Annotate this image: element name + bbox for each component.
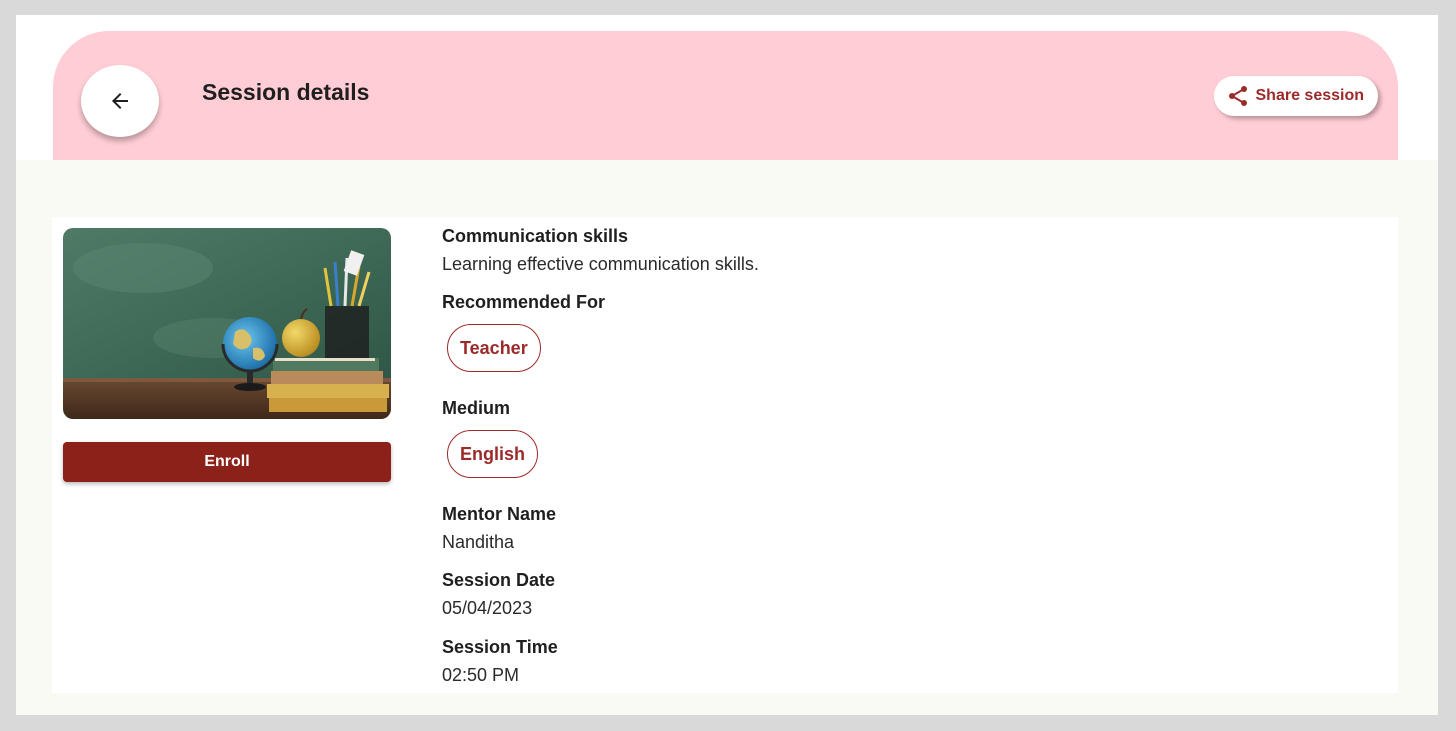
session-date-label: Session Date: [442, 570, 556, 590]
mentor-label: Mentor Name: [442, 504, 557, 524]
medium-chip: English: [447, 430, 539, 478]
session-card: Enroll Communication skills Learning eff…: [52, 217, 1398, 693]
enroll-button[interactable]: Enroll: [63, 442, 391, 482]
classroom-illustration: [63, 228, 391, 419]
session-title: Communication skills: [442, 226, 629, 246]
share-session-label: Share session: [1255, 87, 1365, 104]
share-session-button[interactable]: Share session: [1213, 76, 1378, 116]
session-description: Learning effective communication skills.: [442, 254, 759, 274]
medium-label: Medium: [442, 398, 511, 418]
session-time: 02:50 PM: [442, 665, 520, 685]
share-icon: [1228, 86, 1247, 106]
recommended-for-chip: Teacher: [447, 324, 541, 372]
session-time-label: Session Time: [442, 637, 558, 657]
mentor-name: Nanditha: [442, 532, 515, 552]
page-title: Session details: [202, 79, 370, 105]
session-image: [63, 228, 391, 419]
recommended-for-label: Recommended For: [442, 292, 606, 312]
app-frame: Session details Share session Enroll Com…: [16, 15, 1438, 715]
header: Session details Share session: [53, 31, 1398, 160]
arrow-left-icon: [112, 93, 128, 109]
session-date: 05/04/2023: [442, 598, 533, 618]
back-button[interactable]: [81, 65, 159, 137]
